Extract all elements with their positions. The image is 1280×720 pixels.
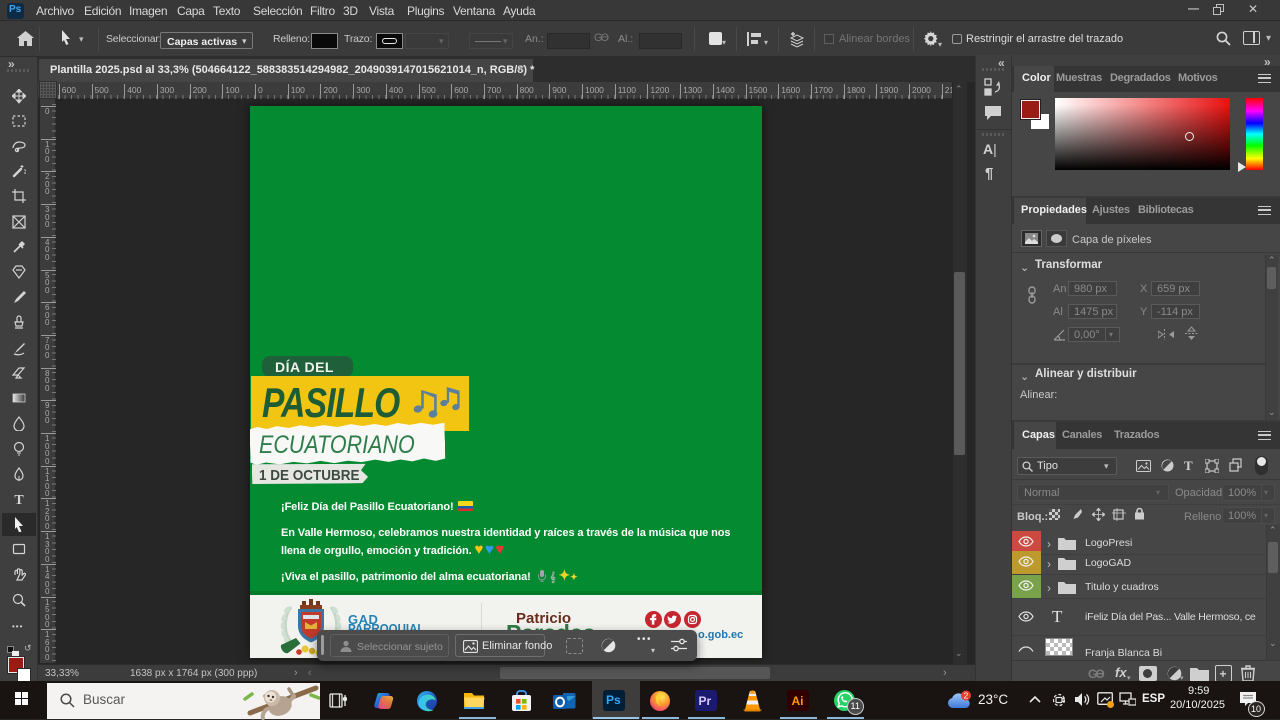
svg-text:2: 2 [964,691,969,701]
svg-text:T: T [14,493,24,507]
